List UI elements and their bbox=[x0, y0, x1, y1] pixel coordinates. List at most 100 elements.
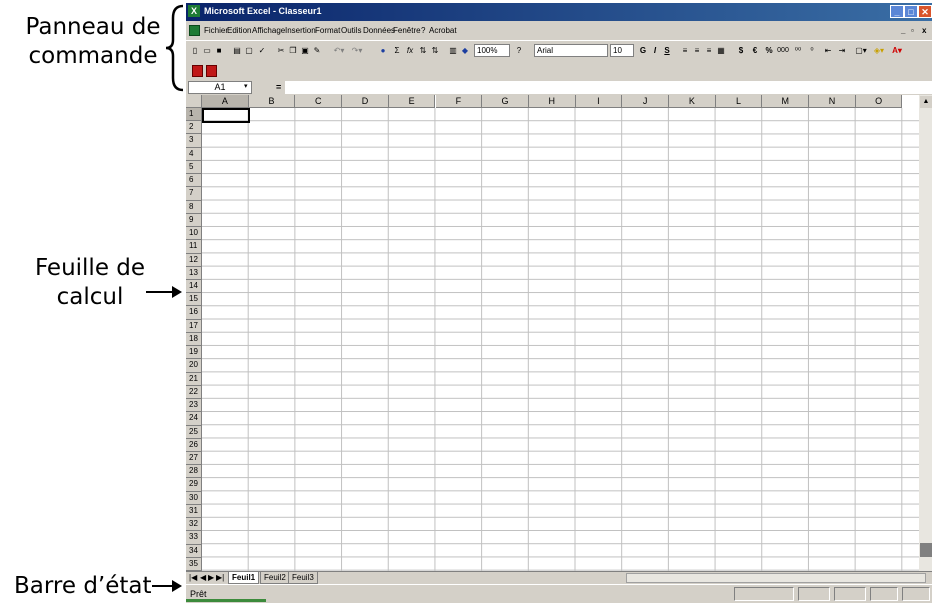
row-header[interactable]: 16 bbox=[186, 306, 202, 320]
sort-desc-icon[interactable]: ⇅ bbox=[430, 44, 440, 57]
row-header[interactable]: 3 bbox=[186, 134, 202, 148]
autosum-button[interactable]: Σ bbox=[392, 44, 402, 57]
row-header[interactable]: 5 bbox=[186, 160, 202, 175]
percent-button[interactable]: % bbox=[764, 44, 774, 57]
drawing-icon[interactable]: ◆ bbox=[460, 44, 470, 57]
row-header[interactable]: 33 bbox=[186, 531, 202, 545]
last-sheet-icon[interactable]: ▶| bbox=[216, 573, 224, 583]
format-painter-icon[interactable]: ✎ bbox=[312, 44, 322, 57]
vertical-scrollbar[interactable]: ▲ bbox=[919, 95, 932, 571]
column-header[interactable]: M bbox=[762, 95, 810, 108]
column-header[interactable]: N bbox=[809, 95, 856, 108]
sheet-tab-feuil1[interactable]: Feuil1 bbox=[228, 572, 260, 584]
row-header[interactable]: 15 bbox=[186, 293, 202, 307]
column-header[interactable]: K bbox=[669, 95, 716, 108]
column-header[interactable]: L bbox=[715, 95, 763, 108]
redo-icon[interactable]: ↷▾ bbox=[350, 44, 364, 57]
undo-icon[interactable]: ↶▾ bbox=[332, 44, 346, 57]
row-header[interactable]: 24 bbox=[186, 412, 202, 426]
menu-insertion[interactable]: Insertion bbox=[285, 26, 316, 35]
row-header[interactable]: 23 bbox=[186, 399, 202, 413]
sheet-tab-feuil3[interactable]: Feuil3 bbox=[288, 572, 318, 584]
menu-help[interactable]: ? bbox=[421, 26, 425, 35]
decrease-decimal-icon[interactable]: ⁰ bbox=[806, 44, 818, 57]
underline-button[interactable]: S bbox=[662, 44, 672, 57]
pdf-email-icon[interactable] bbox=[206, 65, 217, 77]
fill-color-icon[interactable]: ◈▾ bbox=[872, 44, 886, 57]
cut-icon[interactable]: ✂ bbox=[276, 44, 286, 57]
hyperlink-icon[interactable]: ● bbox=[378, 44, 388, 57]
menu-outils[interactable]: Outils bbox=[341, 26, 361, 35]
print-icon[interactable]: ▤ bbox=[232, 44, 242, 57]
menu-affichage[interactable]: Affichage bbox=[252, 26, 285, 35]
row-header[interactable]: 12 bbox=[186, 253, 202, 267]
function-button[interactable]: fx bbox=[404, 44, 416, 57]
menu-edition[interactable]: Edition bbox=[227, 26, 251, 35]
print-preview-icon[interactable]: ▢ bbox=[244, 44, 254, 57]
row-header[interactable]: 18 bbox=[186, 332, 202, 347]
spelling-icon[interactable]: ✓ bbox=[256, 44, 268, 57]
row-header[interactable]: 17 bbox=[186, 319, 202, 333]
menu-fichier[interactable]: Fichier bbox=[204, 26, 228, 35]
next-sheet-icon[interactable]: ▶ bbox=[208, 573, 214, 583]
scroll-thumb[interactable] bbox=[920, 543, 932, 557]
bold-button[interactable]: G bbox=[638, 44, 648, 57]
row-header[interactable]: 22 bbox=[186, 385, 202, 400]
chart-wizard-icon[interactable]: ▥ bbox=[448, 44, 458, 57]
row-header[interactable]: 20 bbox=[186, 359, 202, 373]
sort-asc-icon[interactable]: ⇅ bbox=[418, 44, 428, 57]
copy-icon[interactable]: ❐ bbox=[288, 44, 298, 57]
active-cell[interactable] bbox=[202, 108, 250, 123]
paste-icon[interactable]: ▣ bbox=[300, 44, 310, 57]
first-sheet-icon[interactable]: |◀ bbox=[189, 573, 197, 583]
row-header[interactable]: 25 bbox=[186, 425, 202, 439]
euro-button[interactable]: € bbox=[750, 44, 760, 57]
row-header[interactable]: 26 bbox=[186, 438, 202, 452]
row-header[interactable]: 29 bbox=[186, 478, 202, 492]
font-size-select[interactable]: 10 bbox=[610, 44, 634, 57]
column-header[interactable]: H bbox=[528, 95, 576, 108]
cells-area[interactable] bbox=[202, 108, 919, 571]
currency-button[interactable]: $ bbox=[736, 44, 746, 57]
row-header[interactable]: 1 bbox=[186, 108, 202, 122]
sheet-tab-feuil2[interactable]: Feuil2 bbox=[260, 572, 290, 584]
increase-indent-icon[interactable]: ⇥ bbox=[836, 44, 848, 57]
column-header[interactable]: C bbox=[295, 95, 343, 108]
doc-minimize-button[interactable]: _ bbox=[901, 26, 905, 35]
maximize-button[interactable]: □ bbox=[904, 5, 918, 18]
row-header[interactable]: 31 bbox=[186, 504, 202, 519]
new-icon[interactable]: ▯ bbox=[190, 44, 200, 57]
column-header[interactable]: J bbox=[622, 95, 669, 108]
row-header[interactable]: 27 bbox=[186, 451, 202, 466]
menu-donnees[interactable]: Données bbox=[363, 26, 395, 35]
borders-icon[interactable]: ▢▾ bbox=[854, 44, 868, 57]
row-header[interactable]: 11 bbox=[186, 240, 202, 254]
row-header[interactable]: 32 bbox=[186, 518, 202, 532]
column-header[interactable]: I bbox=[575, 95, 623, 108]
minimize-button[interactable]: _ bbox=[890, 5, 904, 18]
help-button[interactable]: ? bbox=[514, 44, 524, 57]
worksheet-grid[interactable]: ABCDEFGHIJKLMNO 1 2 3 4 5 6 7 8 9 10 11 12 13 14 15 16 1… bbox=[186, 95, 919, 572]
row-header[interactable]: 7 bbox=[186, 187, 202, 201]
column-header[interactable]: A bbox=[202, 95, 249, 108]
column-header[interactable]: D bbox=[342, 95, 389, 108]
align-center-icon[interactable]: ≡ bbox=[692, 44, 702, 57]
open-icon[interactable]: ▭ bbox=[202, 44, 212, 57]
row-header[interactable]: 14 bbox=[186, 279, 202, 294]
column-header[interactable]: O bbox=[855, 95, 903, 108]
row-header[interactable]: 30 bbox=[186, 491, 202, 505]
menu-fenetre[interactable]: Fenêtre bbox=[393, 26, 421, 35]
row-header[interactable]: 21 bbox=[186, 372, 202, 386]
row-header[interactable]: 10 bbox=[186, 227, 202, 241]
merge-center-icon[interactable]: ▦ bbox=[716, 44, 726, 57]
doc-close-button[interactable]: x bbox=[922, 26, 926, 35]
formula-equals-button[interactable]: = bbox=[276, 81, 281, 94]
name-box-dropdown-icon[interactable]: ▾ bbox=[244, 82, 248, 90]
align-right-icon[interactable]: ≡ bbox=[704, 44, 714, 57]
thousands-button[interactable]: 000 bbox=[776, 44, 790, 57]
column-header[interactable]: F bbox=[435, 95, 483, 108]
column-header[interactable]: G bbox=[482, 95, 529, 108]
row-header[interactable]: 34 bbox=[186, 544, 202, 558]
increase-decimal-icon[interactable]: ⁰⁰ bbox=[792, 44, 804, 57]
align-left-icon[interactable]: ≡ bbox=[680, 44, 690, 57]
